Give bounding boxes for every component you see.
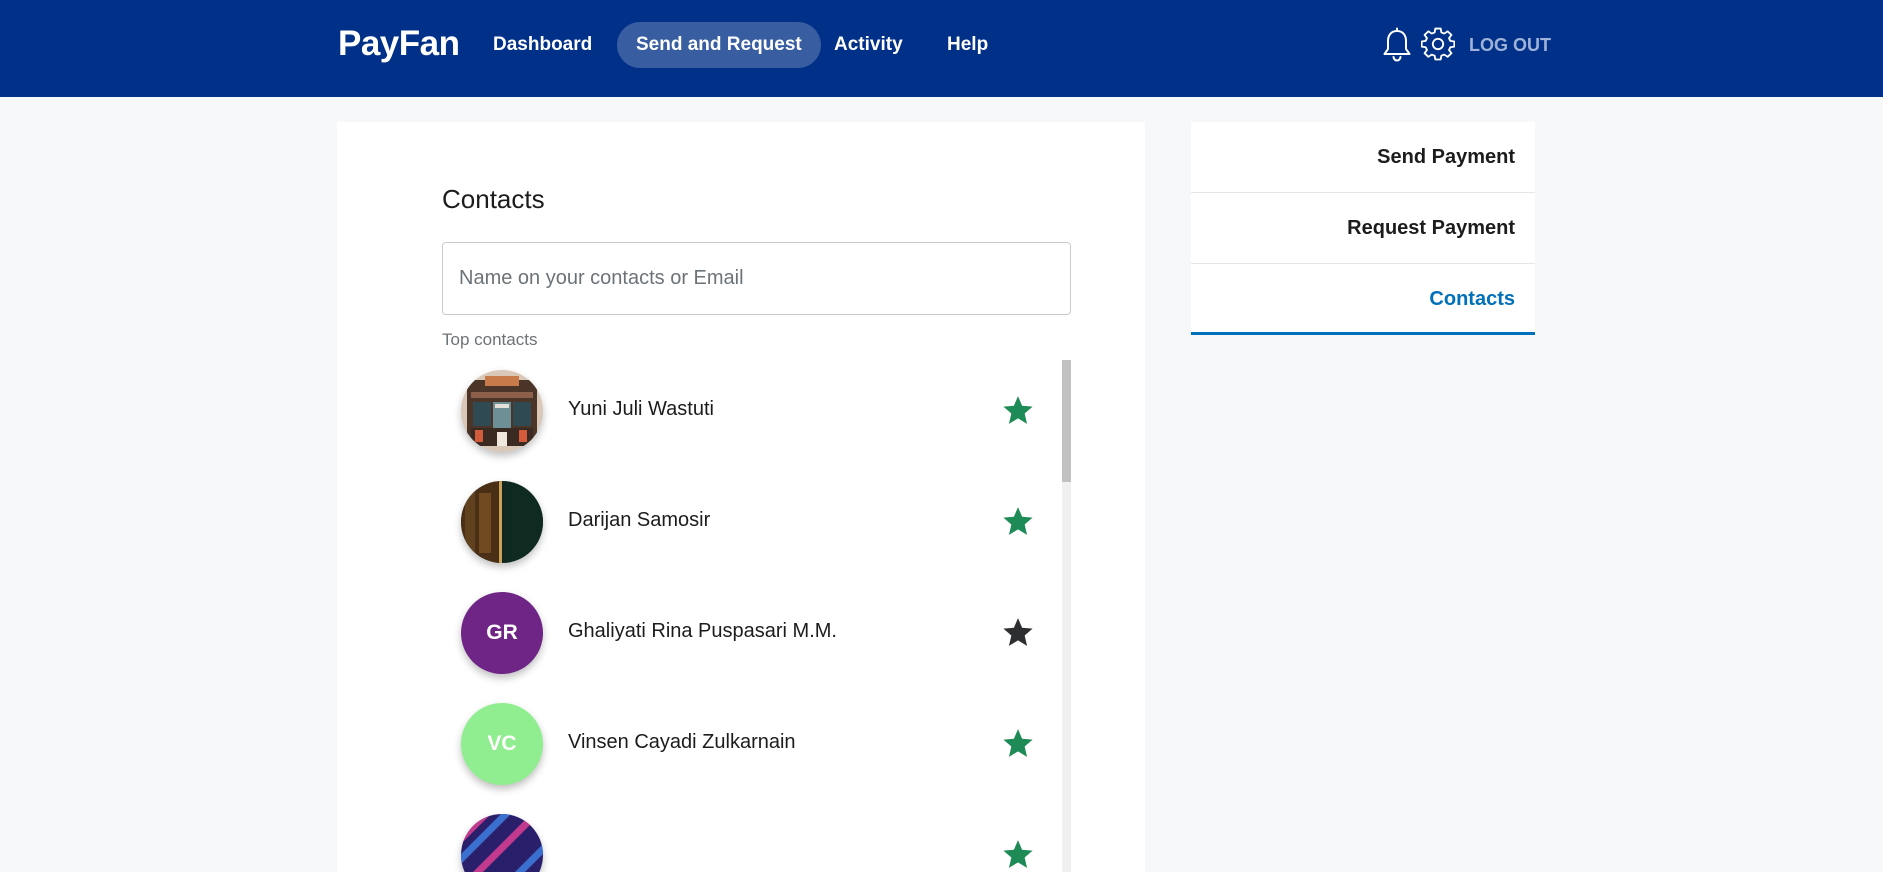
avatar-initials: VC (461, 703, 543, 785)
abstract-pattern-photo (461, 814, 543, 872)
bell-icon[interactable] (1380, 27, 1414, 63)
forest-photo (461, 481, 543, 563)
contacts-panel: Contacts Top contacts (337, 122, 1145, 872)
side-menu-send-payment[interactable]: Send Payment (1191, 122, 1535, 193)
nav-send-and-request[interactable]: Send and Request (617, 22, 821, 68)
logout-button[interactable]: LOG OUT (1469, 35, 1551, 56)
contact-row[interactable]: GR Ghaliyati Rina Puspasari M.M. (442, 582, 1042, 682)
contact-name: Darijan Samosir (568, 509, 711, 531)
top-contacts-label: Top contacts (442, 330, 538, 349)
favorite-star-icon[interactable] (1001, 838, 1035, 872)
contact-name: Ghaliyati Rina Puspasari M.M. (568, 620, 837, 642)
favorite-star-icon[interactable] (1001, 394, 1035, 428)
avatar-initials: GR (461, 592, 543, 674)
contact-name: Yuni Juli Wastuti (568, 398, 714, 420)
brand-logo[interactable]: PayFan (338, 24, 460, 64)
contact-row[interactable]: VC Vinsen Cayadi Zulkarnain (442, 693, 1042, 793)
star-icon[interactable] (1001, 616, 1035, 650)
contact-list-scrollbar[interactable] (1062, 360, 1071, 872)
contact-row[interactable]: Darijan Samosir (442, 471, 1042, 571)
contact-list[interactable]: Yuni Juli Wastuti Darijan Samosir GR Gha… (442, 360, 1071, 872)
avatar (461, 814, 543, 872)
scrollbar-thumb[interactable] (1062, 360, 1071, 482)
page-title: Contacts (442, 184, 545, 214)
top-navigation-bar: PayFan Dashboard Send and Request Activi… (0, 0, 1883, 97)
avatar (461, 481, 543, 563)
side-menu-request-payment[interactable]: Request Payment (1191, 193, 1535, 264)
contact-row[interactable] (442, 804, 1042, 872)
nav-dashboard[interactable]: Dashboard (474, 22, 611, 68)
storefront-photo (461, 370, 543, 452)
avatar (461, 370, 543, 452)
contact-search-input[interactable] (442, 242, 1071, 315)
side-menu: Send Payment Request Payment Contacts (1191, 122, 1535, 335)
contact-name: Vinsen Cayadi Zulkarnain (568, 731, 796, 753)
contact-row[interactable]: Yuni Juli Wastuti (442, 360, 1042, 460)
favorite-star-icon[interactable] (1001, 505, 1035, 539)
nav-help[interactable]: Help (928, 22, 1007, 68)
favorite-star-icon[interactable] (1001, 727, 1035, 761)
side-menu-contacts[interactable]: Contacts (1191, 264, 1535, 335)
nav-activity[interactable]: Activity (815, 22, 922, 68)
gear-icon[interactable] (1421, 27, 1455, 63)
